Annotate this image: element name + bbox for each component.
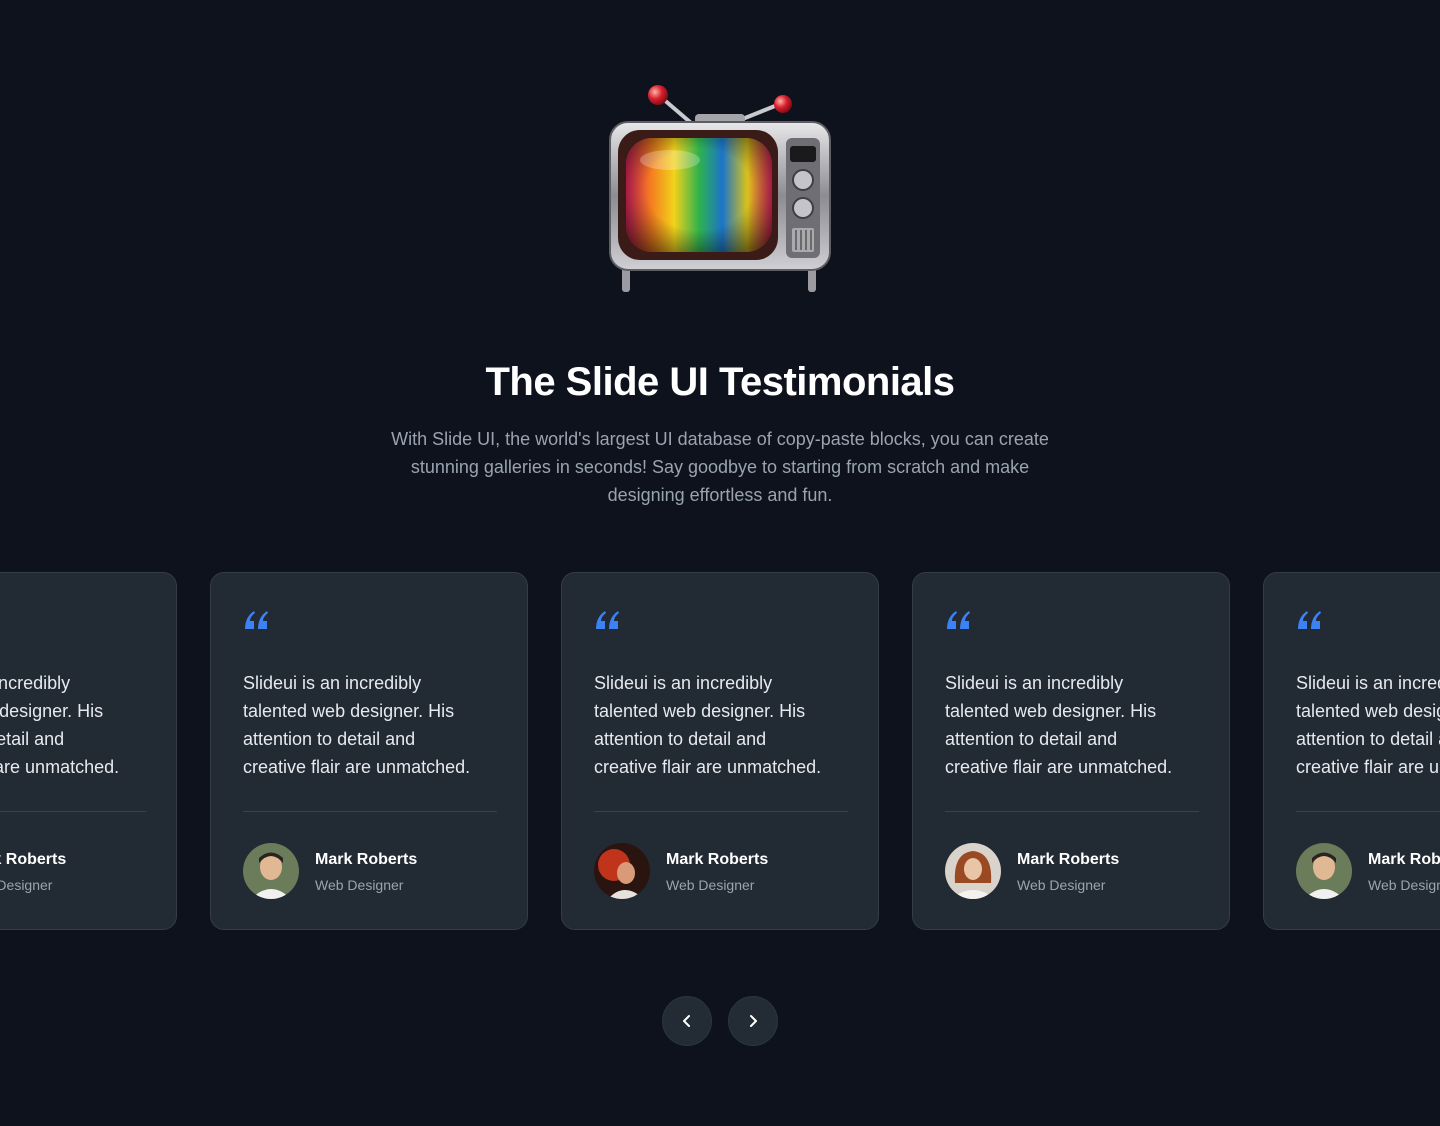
card-divider — [1296, 811, 1440, 812]
author-name: Mark Roberts — [1017, 851, 1120, 868]
author-name: Mark Roberts — [1368, 851, 1440, 868]
quote-icon — [1298, 611, 1321, 629]
page-subtitle: With Slide UI, the world's largest UI da… — [391, 429, 1049, 505]
author-name: Mark Roberts — [315, 851, 418, 868]
quote-icon — [947, 611, 970, 629]
woman-portrait-avatar — [945, 843, 1001, 899]
author-name: Mark Roberts — [0, 851, 67, 868]
testimonial-card: Slideui is an incredibly talented web de… — [561, 572, 879, 930]
chevron-left-icon — [683, 1015, 690, 1027]
man-portrait-avatar — [243, 843, 299, 899]
quote-icon — [245, 611, 268, 629]
author-role: Web Designer — [1017, 877, 1106, 893]
previous-button[interactable] — [662, 996, 712, 1046]
testimonial-card: Slideui is an incredibly talented web de… — [912, 572, 1230, 930]
testimonial-text: Slideui is an incredibly talented web de… — [594, 673, 822, 777]
card-divider — [594, 811, 848, 812]
man-portrait-avatar — [1296, 843, 1352, 899]
red-portrait-avatar — [594, 843, 650, 899]
page-title: The Slide UI Testimonials — [485, 360, 955, 404]
author-name: Mark Roberts — [666, 851, 769, 868]
author-role: Web Designer — [0, 877, 53, 893]
author-role: Web Designer — [315, 877, 404, 893]
author-role: Web Designer — [1368, 877, 1440, 893]
testimonial-text: Slideui is an incredibly talented web de… — [945, 673, 1173, 777]
quote-icon — [596, 611, 619, 629]
testimonial-card: Slideui is an incredibly talented web de… — [210, 572, 528, 930]
testimonial-text: Slideui is an incredibly talented web de… — [1296, 673, 1440, 777]
card-divider — [945, 811, 1199, 812]
retro-tv-illustration — [609, 85, 831, 292]
testimonial-text: Slideui is an incredibly talented web de… — [0, 673, 120, 777]
testimonial-text: Slideui is an incredibly talented web de… — [243, 673, 471, 777]
chevron-right-icon — [750, 1015, 757, 1027]
testimonial-card: Slideui is an incredibly talented web de… — [0, 572, 177, 930]
next-button[interactable] — [728, 996, 778, 1046]
author-role: Web Designer — [666, 877, 755, 893]
card-divider — [0, 811, 146, 812]
testimonial-card: Slideui is an incredibly talented web de… — [1263, 572, 1440, 930]
testimonial-carousel[interactable]: Slideui is an incredibly talented web de… — [0, 572, 1440, 932]
card-divider — [243, 811, 497, 812]
